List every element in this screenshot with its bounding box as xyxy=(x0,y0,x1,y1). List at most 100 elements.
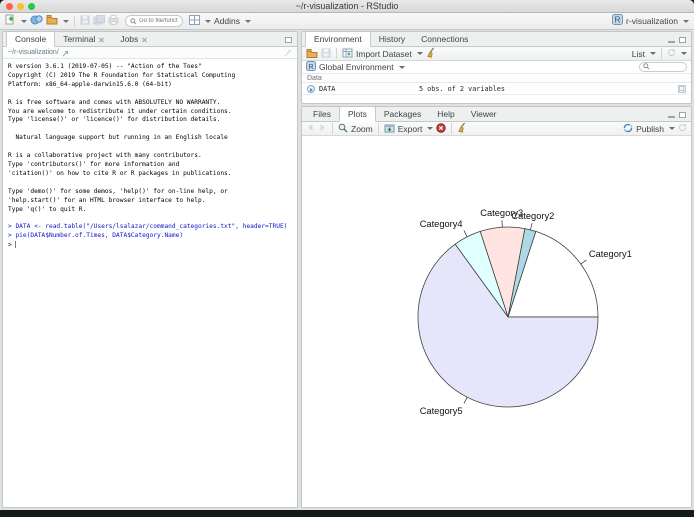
tab-console[interactable]: Console xyxy=(6,31,55,47)
addins-button[interactable]: Addins xyxy=(214,16,240,26)
minimize-window-button[interactable] xyxy=(17,3,24,10)
svg-text:R: R xyxy=(308,64,313,71)
toolbar-separator xyxy=(451,123,452,134)
new-project-icon[interactable] xyxy=(30,12,43,30)
console-input-line: > pie(DATA$Number.of.Times, DATA$Categor… xyxy=(8,232,292,241)
pie-label-tick xyxy=(464,397,467,403)
environment-search-box[interactable] xyxy=(639,62,687,72)
console-output-line: 'citation()' on how to cite R or R packa… xyxy=(8,170,292,179)
tab-jobs[interactable]: Jobs xyxy=(112,32,155,46)
console-output-line xyxy=(8,214,292,223)
console-output-line: Type 'demo()' for some demos, 'help()' f… xyxy=(8,188,292,197)
tab-environment-label: Environment xyxy=(314,34,362,44)
clear-environment-broom-icon[interactable] xyxy=(426,47,436,60)
maximize-console-pane-icon[interactable] xyxy=(285,37,292,43)
environment-scope-row: R Global Environment xyxy=(302,61,691,74)
environment-object-row[interactable]: DATA 5 obs. of 2 variables xyxy=(302,83,691,95)
publish-icon xyxy=(623,123,633,135)
close-terminal-tab-icon[interactable] xyxy=(99,37,104,42)
export-plot-caret[interactable] xyxy=(427,127,433,130)
addins-caret[interactable] xyxy=(245,20,251,23)
refresh-environment-icon[interactable] xyxy=(667,48,676,59)
zoom-window-button[interactable] xyxy=(28,3,35,10)
open-file-dropdown-caret[interactable] xyxy=(63,20,69,23)
new-file-dropdown-caret[interactable] xyxy=(21,20,27,23)
clear-all-plots-broom-icon[interactable] xyxy=(457,122,467,135)
tab-plots[interactable]: Plots xyxy=(339,106,376,122)
zoom-plot-button[interactable]: Zoom xyxy=(351,124,373,134)
console-output-line: 'help.start()' for an HTML browser inter… xyxy=(8,197,292,206)
console-output-line: Type 'q()' to quit R. xyxy=(8,206,292,215)
console-output-line xyxy=(8,125,292,134)
plots-toolbar: Zoom Export xyxy=(302,122,691,136)
tab-connections[interactable]: Connections xyxy=(413,32,476,46)
tab-environment[interactable]: Environment xyxy=(305,31,371,47)
open-file-icon[interactable] xyxy=(46,12,58,30)
save-all-icon xyxy=(93,12,105,30)
goto-file-input[interactable] xyxy=(139,18,178,24)
pane-layout-caret[interactable] xyxy=(205,20,211,23)
pie-chart: Category1Category2Category3Category4Cate… xyxy=(302,136,691,507)
tab-help[interactable]: Help xyxy=(429,107,462,121)
console-output-line: Copyright (C) 2019 The R Foundation for … xyxy=(8,72,292,81)
dataframe-expand-icon[interactable] xyxy=(307,85,315,93)
toolbar-separator xyxy=(378,123,379,134)
import-dataset-button[interactable]: Import Dataset xyxy=(356,49,412,59)
project-caret[interactable] xyxy=(683,20,689,23)
minimize-plots-pane-icon[interactable] xyxy=(668,116,675,118)
publish-button[interactable]: Publish xyxy=(636,124,664,134)
tab-viewer[interactable]: Viewer xyxy=(463,107,505,121)
export-plot-icon xyxy=(384,123,395,135)
view-table-icon[interactable] xyxy=(678,85,686,93)
environment-section-header: Data xyxy=(302,74,691,83)
console-output-line: You are welcome to redistribute it under… xyxy=(8,108,292,117)
console-output-line: R version 3.6.1 (2019-07-05) -- "Action … xyxy=(8,63,292,72)
plots-pane: Files Plots Packages Help Viewer xyxy=(301,106,692,508)
minimize-environment-pane-icon[interactable] xyxy=(668,41,675,43)
close-window-button[interactable] xyxy=(6,3,13,10)
tab-packages[interactable]: Packages xyxy=(376,107,429,121)
plots-tabbar: Files Plots Packages Help Viewer xyxy=(302,107,691,122)
refresh-plot-icon[interactable] xyxy=(678,123,687,134)
goto-file-search[interactable] xyxy=(125,15,183,27)
tab-terminal-label: Terminal xyxy=(63,34,95,44)
remove-plot-icon[interactable] xyxy=(436,123,446,135)
close-jobs-tab-icon[interactable] xyxy=(142,37,147,42)
project-icon: R xyxy=(612,12,623,30)
console-input-line: > DATA <- read.table("/Users/lsalazar/co… xyxy=(8,223,292,232)
toolbar-separator xyxy=(661,48,662,59)
publish-caret[interactable] xyxy=(669,127,675,130)
tab-connections-label: Connections xyxy=(421,34,468,44)
search-icon xyxy=(643,62,650,72)
toolbar-separator xyxy=(332,123,333,134)
next-plot-icon xyxy=(318,123,327,134)
load-workspace-icon[interactable] xyxy=(306,48,318,60)
global-environment-icon: R xyxy=(306,61,316,73)
tab-history[interactable]: History xyxy=(371,32,413,46)
pie-slice-label: Category4 xyxy=(420,219,463,229)
refresh-environment-caret[interactable] xyxy=(681,52,687,55)
search-icon xyxy=(130,12,137,30)
import-dataset-caret[interactable] xyxy=(417,52,423,55)
tab-jobs-label: Jobs xyxy=(120,34,138,44)
list-view-button[interactable]: List xyxy=(632,49,645,59)
tab-files-label: Files xyxy=(313,109,331,119)
new-file-icon[interactable] xyxy=(5,12,16,30)
maximize-environment-pane-icon[interactable] xyxy=(679,37,686,43)
desktop-background xyxy=(0,510,694,517)
project-selector[interactable]: r-visualization xyxy=(626,16,678,26)
export-plot-button[interactable]: Export xyxy=(398,124,423,134)
maximize-plots-pane-icon[interactable] xyxy=(679,112,686,118)
object-name: DATA xyxy=(319,85,415,93)
global-environment-caret[interactable] xyxy=(399,66,405,69)
console-output-line xyxy=(8,143,292,152)
environment-toolbar: Import Dataset List xyxy=(302,47,691,61)
global-environment-selector[interactable]: Global Environment xyxy=(319,62,394,72)
open-folder-arrow-icon[interactable] xyxy=(62,44,69,62)
list-view-caret[interactable] xyxy=(650,52,656,55)
pane-layout-icon[interactable] xyxy=(189,12,200,30)
console-clear-icon[interactable] xyxy=(284,44,292,62)
console-output-line: Platform: x86_64-apple-darwin15.6.0 (64-… xyxy=(8,81,292,90)
tab-files[interactable]: Files xyxy=(305,107,339,121)
console-output[interactable]: R version 3.6.1 (2019-07-05) -- "Action … xyxy=(3,59,297,255)
